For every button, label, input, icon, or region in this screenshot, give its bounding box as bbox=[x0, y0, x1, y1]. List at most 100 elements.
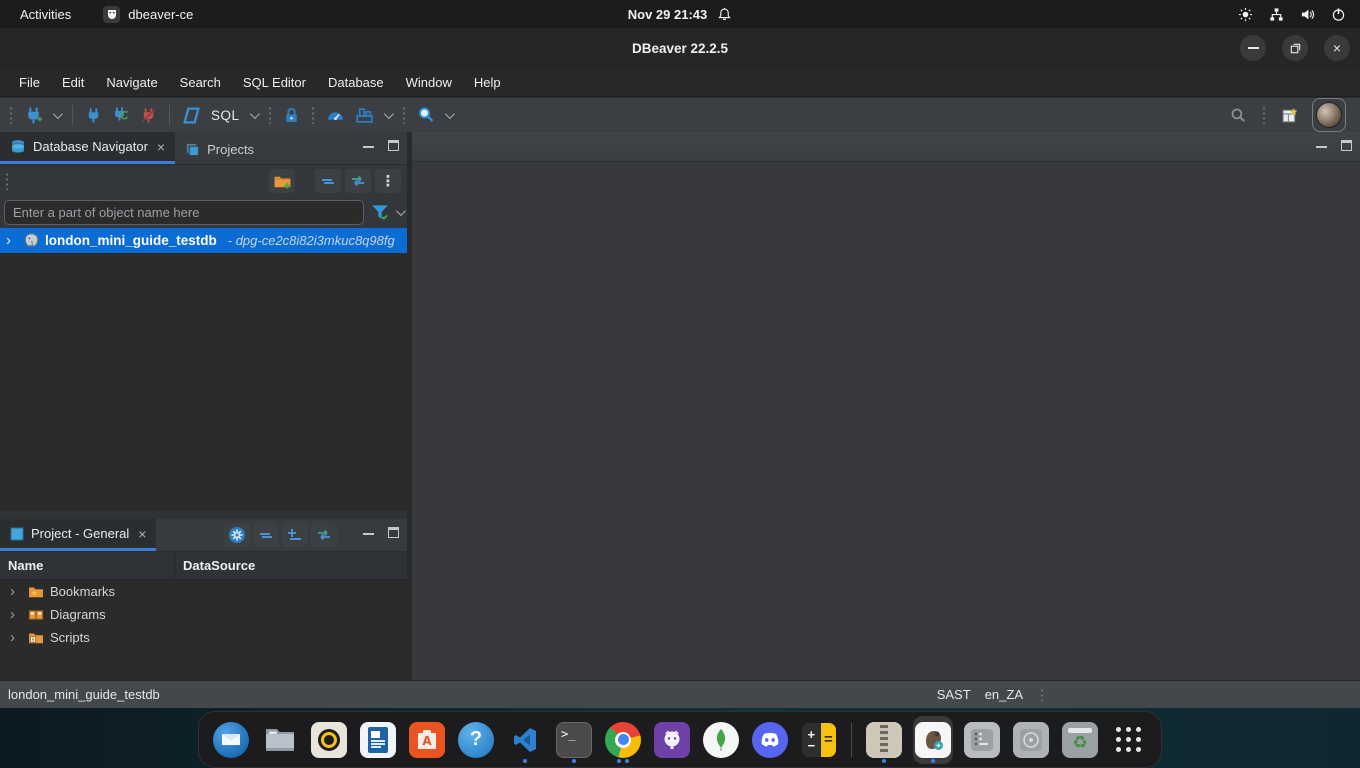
filter-dropdown[interactable] bbox=[396, 206, 406, 216]
maximize-view-icon[interactable] bbox=[1341, 140, 1352, 151]
dock-github-desktop[interactable] bbox=[652, 716, 692, 764]
sql-toolbar-label[interactable]: SQL bbox=[211, 108, 240, 123]
minimize-view-icon[interactable] bbox=[363, 144, 374, 148]
new-connection-dropdown[interactable] bbox=[53, 109, 63, 119]
dock-libreoffice-writer[interactable] bbox=[358, 716, 398, 764]
status-drag-handle[interactable] bbox=[1040, 688, 1044, 702]
tab-projects[interactable]: Projects bbox=[175, 135, 264, 164]
menu-sql-editor[interactable]: SQL Editor bbox=[232, 70, 317, 95]
minimize-view-icon[interactable] bbox=[363, 531, 374, 535]
dock-thunderbird[interactable] bbox=[211, 716, 251, 764]
collapse-all-button[interactable] bbox=[315, 169, 341, 193]
dock-calculator[interactable]: +− = bbox=[799, 716, 839, 764]
reconnect-button[interactable] bbox=[112, 106, 130, 124]
close-button[interactable]: × bbox=[1324, 35, 1350, 61]
link-with-editor-button[interactable] bbox=[311, 523, 337, 547]
thunderbird-icon bbox=[213, 722, 249, 758]
dock-files[interactable] bbox=[260, 716, 300, 764]
project-row-diagrams[interactable]: › Diagrams bbox=[0, 603, 407, 626]
restore-button[interactable] bbox=[1282, 35, 1308, 61]
menu-navigate[interactable]: Navigate bbox=[95, 70, 168, 95]
configure-columns-button[interactable] bbox=[224, 523, 250, 547]
tab-project-general[interactable]: Project - General × bbox=[0, 519, 156, 551]
task-workbench-button[interactable] bbox=[355, 106, 374, 125]
dock-rhythmbox[interactable] bbox=[309, 716, 349, 764]
toolbar-drag-handle[interactable] bbox=[311, 106, 315, 124]
project-row-scripts[interactable]: › Scripts bbox=[0, 626, 407, 649]
status-timezone[interactable]: SAST bbox=[937, 687, 971, 702]
open-perspective-button[interactable] bbox=[1281, 106, 1300, 125]
dock-disks[interactable] bbox=[1011, 716, 1051, 764]
dock-dbeaver[interactable] bbox=[913, 716, 953, 764]
dock-mongodb[interactable] bbox=[701, 716, 741, 764]
view-menu-button[interactable]: ⋮ bbox=[375, 169, 401, 193]
dock-help[interactable]: ? bbox=[456, 716, 496, 764]
menu-help[interactable]: Help bbox=[463, 70, 512, 95]
system-tray[interactable] bbox=[732, 7, 1360, 22]
menu-search[interactable]: Search bbox=[169, 70, 232, 95]
toolbar-drag-handle[interactable] bbox=[9, 106, 13, 124]
filter-funnel-icon[interactable] bbox=[370, 202, 390, 222]
dashboard-gauge-button[interactable] bbox=[326, 106, 345, 125]
expand-icon[interactable]: › bbox=[10, 606, 22, 623]
calc-equals-glyph: = bbox=[824, 731, 833, 748]
quick-search-icon[interactable] bbox=[1230, 107, 1247, 124]
horizontal-sash[interactable] bbox=[0, 511, 407, 519]
expand-all-button[interactable] bbox=[282, 523, 308, 547]
expand-icon[interactable]: › bbox=[6, 232, 18, 249]
vscode-icon bbox=[507, 722, 543, 758]
disconnect-button[interactable] bbox=[140, 107, 157, 124]
tab-database-navigator[interactable]: Database Navigator × bbox=[0, 132, 175, 164]
dock-chrome[interactable] bbox=[603, 716, 643, 764]
search-dropdown[interactable] bbox=[444, 109, 454, 119]
database-tree[interactable]: › london_mini_guide_testdb - dpg-ce2c8i8… bbox=[0, 228, 407, 511]
project-row-bookmarks[interactable]: › Bookmarks bbox=[0, 580, 407, 603]
collapse-all-button[interactable] bbox=[253, 523, 279, 547]
workbench-dropdown[interactable] bbox=[383, 109, 393, 119]
dock-app-grid[interactable] bbox=[1109, 716, 1149, 764]
expand-icon[interactable]: › bbox=[10, 583, 22, 600]
search-db-button[interactable] bbox=[417, 106, 435, 124]
dock-terminal[interactable]: >_ bbox=[554, 716, 594, 764]
column-name-header[interactable]: Name bbox=[0, 552, 175, 579]
tab-close-icon[interactable]: × bbox=[138, 526, 146, 542]
dock-trash[interactable]: ♻ bbox=[1060, 716, 1100, 764]
user-profile-button[interactable] bbox=[1312, 98, 1346, 132]
connection-row[interactable]: › london_mini_guide_testdb - dpg-ce2c8i8… bbox=[0, 228, 407, 253]
app-indicator[interactable]: dbeaver-ce bbox=[103, 6, 193, 23]
title-bar[interactable]: DBeaver 22.2.5 × bbox=[0, 28, 1360, 68]
connect-button[interactable] bbox=[85, 107, 102, 124]
dock-ubuntu-software[interactable]: A bbox=[407, 716, 447, 764]
maximize-view-icon[interactable] bbox=[388, 527, 399, 538]
object-filter-input[interactable] bbox=[4, 200, 364, 225]
new-connection-button[interactable] bbox=[24, 106, 43, 125]
tab-close-icon[interactable]: × bbox=[157, 139, 165, 155]
menu-file[interactable]: File bbox=[8, 70, 51, 95]
dock-vscode[interactable] bbox=[505, 716, 545, 764]
status-locale[interactable]: en_ZA bbox=[985, 687, 1023, 702]
activities-button[interactable]: Activities bbox=[14, 5, 77, 24]
calculator-icon: +− = bbox=[802, 723, 836, 757]
expand-icon[interactable]: › bbox=[10, 629, 22, 646]
menu-database[interactable]: Database bbox=[317, 70, 395, 95]
sql-dropdown[interactable] bbox=[249, 109, 259, 119]
link-with-editor-button[interactable] bbox=[345, 169, 371, 193]
new-folder-button[interactable] bbox=[269, 169, 295, 193]
toolbar-drag-handle[interactable] bbox=[268, 106, 272, 124]
new-sql-editor-button[interactable] bbox=[182, 106, 201, 125]
toolbar-drag-handle[interactable] bbox=[402, 106, 406, 124]
menu-edit[interactable]: Edit bbox=[51, 70, 95, 95]
dock-archive-manager[interactable] bbox=[864, 716, 904, 764]
menu-window[interactable]: Window bbox=[395, 70, 463, 95]
dock-discord[interactable] bbox=[750, 716, 790, 764]
column-datasource-header[interactable]: DataSource bbox=[175, 558, 255, 573]
minimize-view-icon[interactable] bbox=[1316, 144, 1327, 148]
clock-menu[interactable]: Nov 29 21:43 bbox=[628, 7, 733, 22]
minimize-button[interactable] bbox=[1240, 35, 1266, 61]
maximize-view-icon[interactable] bbox=[388, 140, 399, 151]
toolbar-drag-handle[interactable] bbox=[1262, 106, 1266, 124]
panel-drag-handle[interactable] bbox=[5, 172, 9, 190]
svg-text:A: A bbox=[422, 734, 432, 748]
lock-icon-button[interactable] bbox=[283, 107, 300, 124]
dock-settings-box[interactable] bbox=[962, 716, 1002, 764]
